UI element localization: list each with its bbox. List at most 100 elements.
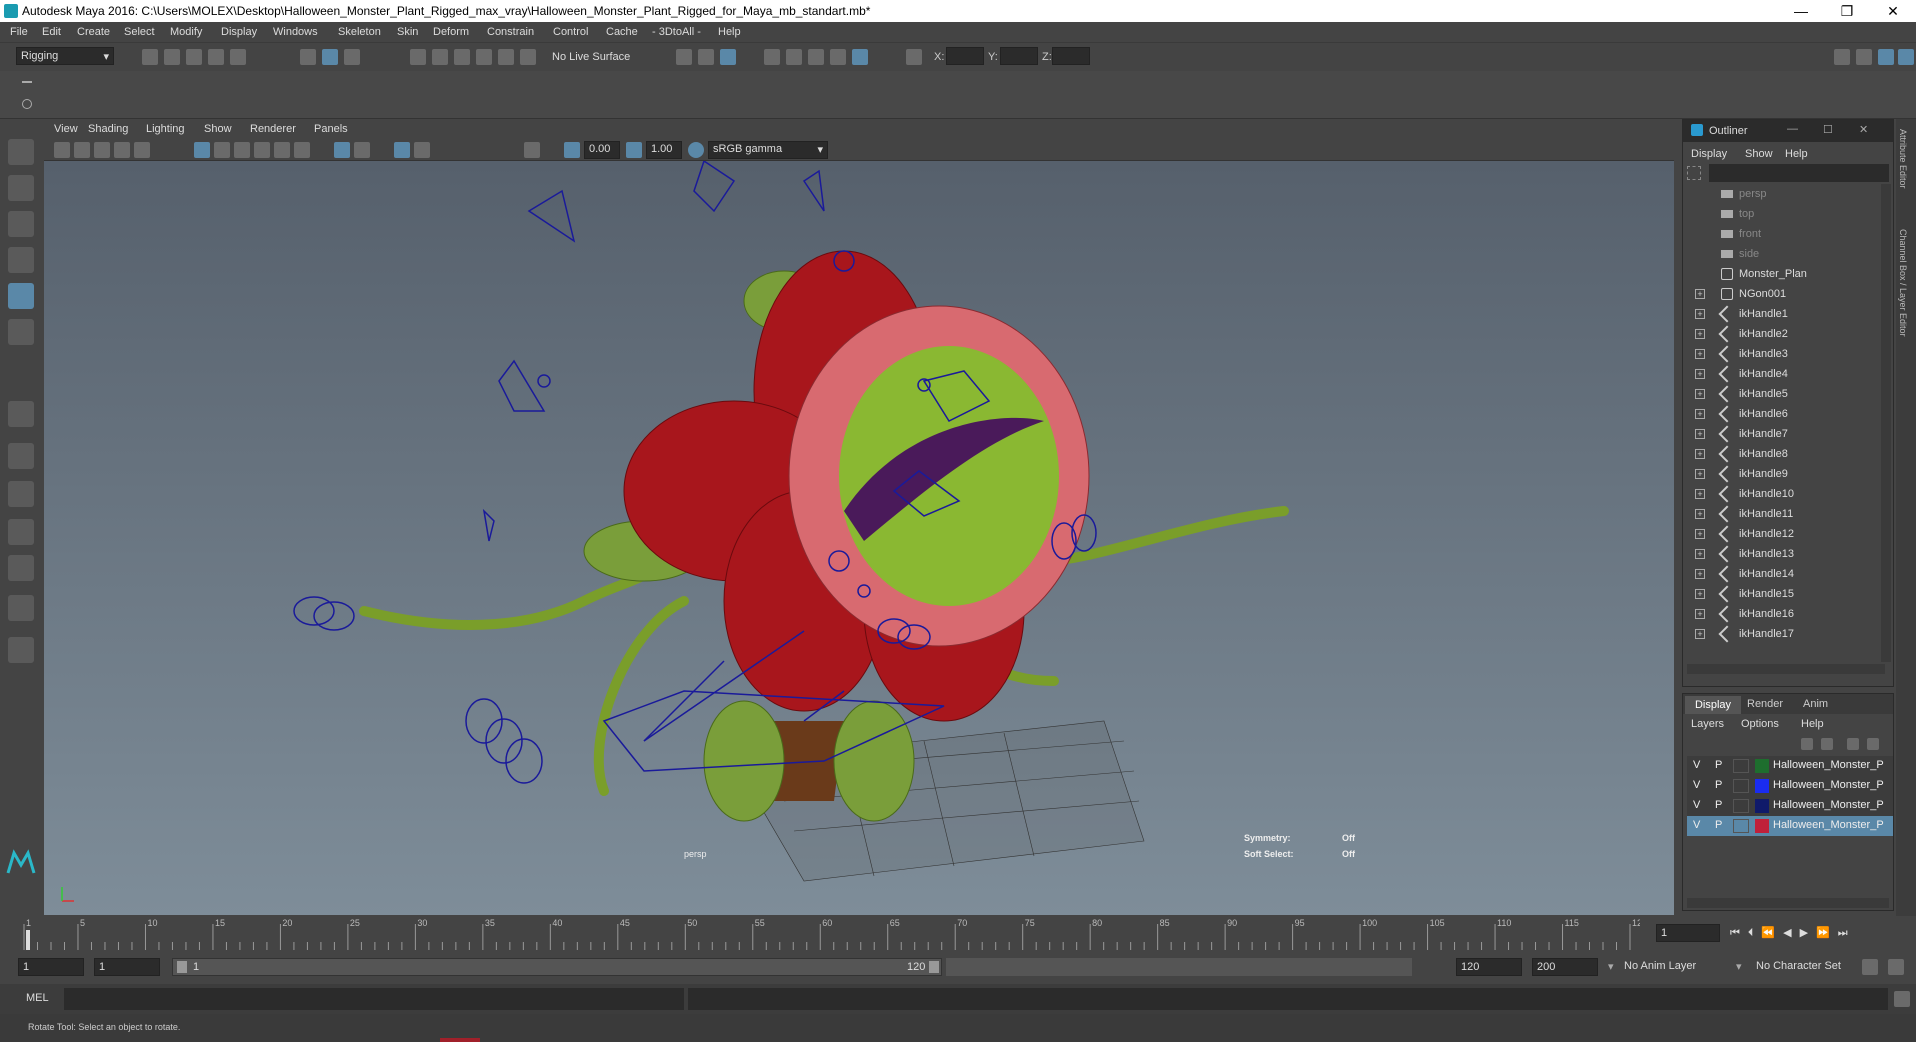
outliner-close-icon[interactable]: ✕ — [1859, 123, 1868, 136]
layer-visibility-toggle[interactable]: V — [1693, 819, 1700, 831]
outliner-item[interactable]: + ikHandle5 — [1691, 384, 1881, 404]
layer-visibility-toggle[interactable]: V — [1693, 779, 1700, 791]
step-back-icon[interactable]: ⏴ — [1748, 927, 1762, 939]
gamma-field[interactable]: 1.00 — [646, 141, 682, 159]
command-language-label[interactable]: MEL — [26, 992, 49, 1004]
snap-grid-icon[interactable] — [410, 49, 426, 65]
exposure-field[interactable]: 0.00 — [584, 141, 620, 159]
range-slider-track[interactable] — [946, 958, 1412, 976]
grid-icon[interactable] — [134, 142, 150, 158]
layer-editor-toggle-icon[interactable] — [1898, 49, 1914, 65]
expand-icon[interactable]: + — [1695, 589, 1705, 599]
move-tool-icon[interactable] — [8, 247, 34, 273]
vp-menu-panels[interactable]: Panels — [314, 123, 348, 135]
menu-skin[interactable]: Skin — [397, 26, 418, 38]
snap-point-icon[interactable] — [454, 49, 470, 65]
expand-icon[interactable]: + — [1695, 509, 1705, 519]
outliner-item[interactable]: + ikHandle11 — [1691, 504, 1881, 524]
outliner-item[interactable]: + ikHandle12 — [1691, 524, 1881, 544]
expand-icon[interactable]: + — [1695, 289, 1705, 299]
select-tool-icon[interactable] — [8, 139, 34, 165]
input-ops-icon[interactable] — [676, 49, 692, 65]
shelf-settings-icon[interactable] — [22, 99, 32, 109]
expand-icon[interactable]: + — [1695, 349, 1705, 359]
layer-name[interactable]: Halloween_Monster_P — [1773, 799, 1884, 811]
new-layer-icon[interactable] — [1847, 738, 1859, 750]
undo-icon[interactable] — [208, 49, 224, 65]
camera-attributes-icon[interactable] — [74, 142, 90, 158]
layer-playback-toggle[interactable]: P — [1715, 779, 1722, 791]
expand-icon[interactable]: + — [1695, 429, 1705, 439]
select-component-icon[interactable] — [344, 49, 360, 65]
go-to-end-icon[interactable]: ⏭ — [1838, 927, 1856, 939]
layer-color-swatch[interactable] — [1755, 759, 1769, 773]
outliner-vscrollbar[interactable] — [1881, 184, 1891, 662]
single-view-layout-icon[interactable] — [8, 401, 34, 427]
ipr-render-icon[interactable] — [808, 49, 824, 65]
select-camera-icon[interactable] — [54, 142, 70, 158]
bookmark-icon[interactable] — [94, 142, 110, 158]
playback-start-field[interactable]: 1 — [94, 958, 160, 976]
layer-color-swatch[interactable] — [1755, 779, 1769, 793]
image-plane-icon[interactable] — [114, 142, 130, 158]
xray-joints-icon[interactable] — [354, 142, 370, 158]
outliner-item[interactable]: + ikHandle3 — [1691, 344, 1881, 364]
attribute-editor-tab[interactable]: Attribute Editor — [1898, 129, 1908, 189]
outliner-menu-display[interactable]: Display — [1691, 148, 1727, 160]
menu-select[interactable]: Select — [124, 26, 155, 38]
outliner-item[interactable]: + ikHandle17 — [1691, 624, 1881, 644]
snap-magnet-icon[interactable] — [520, 49, 536, 65]
custom-layout-icon[interactable] — [8, 595, 34, 621]
layer-playback-toggle[interactable]: P — [1715, 759, 1722, 771]
persp-graph-layout-icon[interactable] — [8, 519, 34, 545]
isolate-select-icon[interactable] — [294, 142, 310, 158]
menu-modify[interactable]: Modify — [170, 26, 202, 38]
outliner-item[interactable]: + ikHandle7 — [1691, 424, 1881, 444]
menu-cache[interactable]: Cache — [606, 26, 638, 38]
expand-icon[interactable]: + — [1695, 309, 1705, 319]
layer-menu-help[interactable]: Help — [1801, 718, 1824, 730]
play-forward-icon[interactable]: ▶ — [1800, 927, 1816, 939]
layer-playback-toggle[interactable]: P — [1715, 799, 1722, 811]
time-ruler[interactable]: 1 5 10 15 20 25 30 35 40 45 50 55 60 65 70 75 80 85 90 95 10… — [20, 916, 1640, 952]
command-input[interactable] — [64, 988, 684, 1010]
exposure-icon[interactable] — [564, 142, 580, 158]
menu-windows[interactable]: Windows — [273, 26, 318, 38]
save-scene-icon[interactable] — [186, 49, 202, 65]
expand-icon[interactable]: + — [1695, 549, 1705, 559]
select-object-icon[interactable] — [322, 49, 338, 65]
layer-type-toggle[interactable] — [1733, 759, 1749, 773]
outliner-tree[interactable]: persp top front side Monster_Plan + NGon001 + ik… — [1683, 184, 1881, 662]
construction-history-icon[interactable] — [720, 49, 736, 65]
mode-selector[interactable]: Rigging ▾ — [16, 47, 114, 65]
gamma-icon[interactable] — [626, 142, 642, 158]
x-field[interactable] — [946, 47, 984, 65]
outliner-item[interactable]: front — [1691, 224, 1881, 244]
outliner-item[interactable]: + ikHandle16 — [1691, 604, 1881, 624]
auto-key-icon[interactable] — [1862, 959, 1878, 975]
channel-box-toggle-icon[interactable] — [1878, 49, 1894, 65]
layer-row[interactable]: V P Halloween_Monster_P — [1687, 756, 1893, 776]
outliner-item[interactable]: + ikHandle2 — [1691, 324, 1881, 344]
outliner-item[interactable]: persp — [1691, 184, 1881, 204]
textured-icon[interactable] — [234, 142, 250, 158]
outliner-hscrollbar[interactable] — [1687, 664, 1885, 674]
z-field[interactable] — [1052, 47, 1090, 65]
outliner-item[interactable]: + ikHandle9 — [1691, 464, 1881, 484]
outliner-item[interactable]: top — [1691, 204, 1881, 224]
expand-icon[interactable]: + — [1695, 389, 1705, 399]
menu-constrain[interactable]: Constrain — [487, 26, 534, 38]
anim-layer-dropdown[interactable]: No Anim Layer — [1624, 960, 1696, 972]
current-frame-field[interactable]: 1 — [1656, 924, 1720, 942]
vp-menu-renderer[interactable]: Renderer — [250, 123, 296, 135]
menu-create[interactable]: Create — [77, 26, 110, 38]
menu-3dtoall[interactable]: - 3DtoAll - — [652, 26, 701, 38]
tab-render[interactable]: Render — [1747, 698, 1783, 710]
expand-icon[interactable]: + — [1695, 569, 1705, 579]
expand-icon[interactable]: + — [1695, 369, 1705, 379]
expand-icon[interactable]: + — [1695, 469, 1705, 479]
range-start-handle[interactable] — [177, 961, 187, 973]
maximize-button[interactable]: ❐ — [1824, 0, 1870, 22]
chevron-down-icon[interactable]: ▾ — [1736, 960, 1742, 973]
layer-row[interactable]: V P Halloween_Monster_P — [1687, 816, 1893, 836]
